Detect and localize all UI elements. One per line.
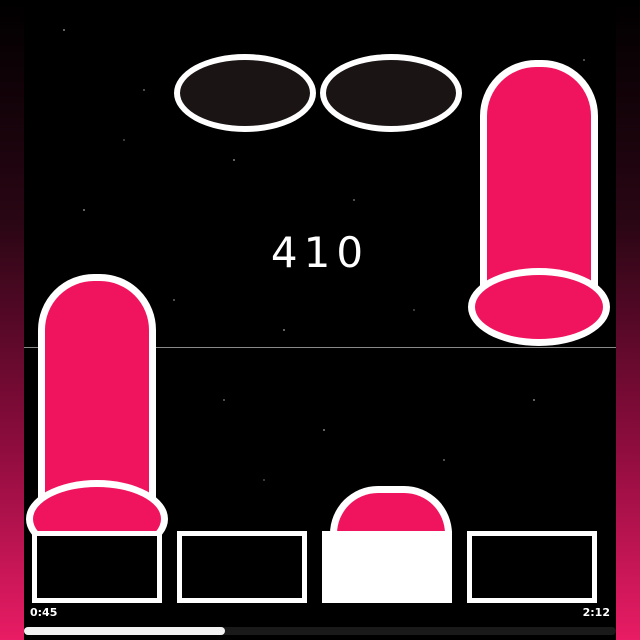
- dark-tap-note: [174, 54, 316, 132]
- lane-4-button[interactable]: [467, 531, 597, 603]
- right-gradient-border: [616, 0, 640, 640]
- playfield: 410 0:45 2:12: [24, 0, 616, 640]
- total-time: 2:12: [582, 606, 610, 619]
- song-progress-fill: [24, 627, 226, 635]
- lane-1-button[interactable]: [32, 531, 162, 603]
- pink-hold-note-head: [468, 268, 610, 346]
- lane-2-button[interactable]: [177, 531, 307, 603]
- left-gradient-border: [0, 0, 24, 640]
- lane-3-button[interactable]: [322, 531, 452, 603]
- dark-tap-note: [320, 54, 462, 132]
- elapsed-time: 0:45: [30, 606, 58, 619]
- game-screen: 410 0:45 2:12: [0, 0, 640, 640]
- song-progress-bar[interactable]: [24, 627, 616, 635]
